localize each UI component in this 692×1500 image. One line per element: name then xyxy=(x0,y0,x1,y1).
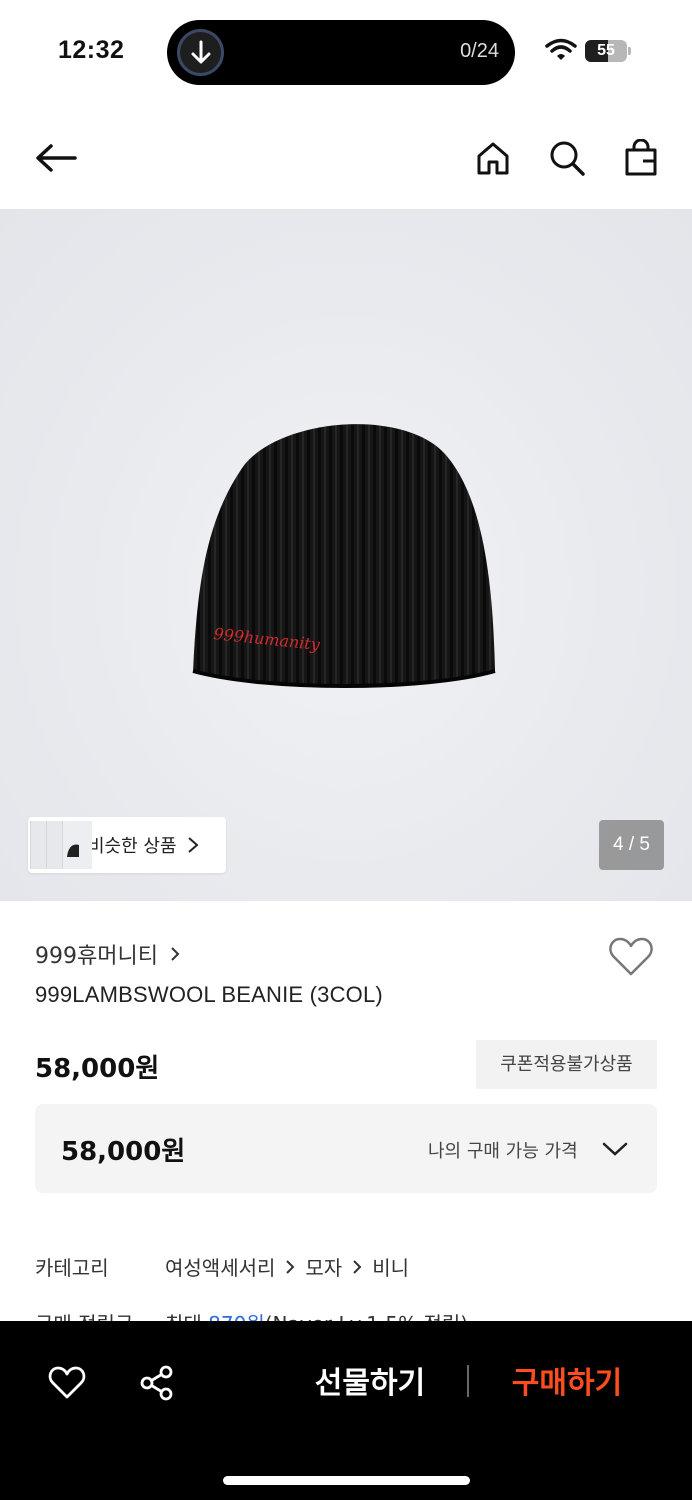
heart-icon xyxy=(609,937,653,976)
share-icon xyxy=(140,1365,173,1401)
top-nav xyxy=(0,110,692,205)
my-price-toggle[interactable]: 58,000원 나의 구매 가능 가격 xyxy=(35,1104,657,1193)
battery-level: 55 xyxy=(597,42,615,59)
bottom-wishlist-button[interactable] xyxy=(45,1361,89,1405)
share-button[interactable] xyxy=(135,1361,179,1405)
product-price: 58,000원 xyxy=(35,1054,160,1084)
shopping-bag-icon xyxy=(625,139,657,176)
brand-name: 999휴머니티 xyxy=(35,944,158,969)
brand-link[interactable]: 999휴머니티 xyxy=(35,938,180,970)
category-crumb-3[interactable]: 비니 xyxy=(372,1252,409,1281)
home-icon xyxy=(477,142,509,175)
bottom-action-bar: 선물하기 구매하기 xyxy=(0,1321,692,1500)
my-price-label: 나의 구매 가능 가격 xyxy=(428,1141,578,1162)
download-count: 0/24 xyxy=(460,40,499,62)
category-breadcrumb: 여성액세서리 모자 비니 xyxy=(165,1252,409,1281)
chevron-right-icon xyxy=(171,947,180,961)
similar-products-button[interactable]: 비슷한 상품 xyxy=(28,817,226,873)
category-row: 카테고리 여성액세서리 모자 비니 xyxy=(35,1252,655,1282)
dynamic-island[interactable]: 0/24 xyxy=(167,20,515,85)
product-image-carousel[interactable]: 999humanity 비슷한 상품 4 / 5 xyxy=(0,209,692,901)
coupon-not-applicable-tag: 쿠폰적용불가상품 xyxy=(476,1040,657,1089)
wishlist-button[interactable] xyxy=(608,936,654,982)
search-button[interactable] xyxy=(545,136,589,180)
status-time: 12:32 xyxy=(58,36,125,64)
battery-icon: 55 xyxy=(585,40,627,62)
buy-button[interactable]: 구매하기 xyxy=(497,1359,637,1409)
heart-icon xyxy=(48,1366,86,1399)
home-button[interactable] xyxy=(471,136,515,180)
arrow-left-icon xyxy=(36,144,77,172)
download-arrow-icon xyxy=(177,29,224,76)
chevron-right-icon xyxy=(353,1259,362,1274)
image-page-indicator: 4 / 5 xyxy=(599,820,664,870)
beanie-product-image: 999humanity xyxy=(192,424,496,688)
my-price-value: 58,000원 xyxy=(61,1137,186,1167)
status-bar: 12:32 0/24 55 xyxy=(0,0,692,100)
chevron-right-icon xyxy=(286,1259,295,1274)
button-divider xyxy=(467,1365,469,1397)
search-icon xyxy=(550,141,585,176)
product-name: 999LAMBSWOOL BEANIE (3COL) xyxy=(35,982,383,1007)
chevron-down-icon xyxy=(602,1142,628,1156)
gift-button[interactable]: 선물하기 xyxy=(300,1359,440,1409)
wifi-icon xyxy=(545,38,577,66)
category-label: 카테고리 xyxy=(35,1256,109,1280)
home-indicator xyxy=(223,1476,470,1485)
similar-products-label: 비슷한 상품 xyxy=(88,836,177,857)
chevron-right-icon xyxy=(187,837,199,853)
similar-thumbnails xyxy=(28,817,92,873)
category-crumb-2[interactable]: 모자 xyxy=(305,1252,342,1281)
cart-button[interactable] xyxy=(619,136,663,180)
back-button[interactable] xyxy=(34,136,78,180)
category-crumb-1[interactable]: 여성액세서리 xyxy=(165,1252,275,1281)
